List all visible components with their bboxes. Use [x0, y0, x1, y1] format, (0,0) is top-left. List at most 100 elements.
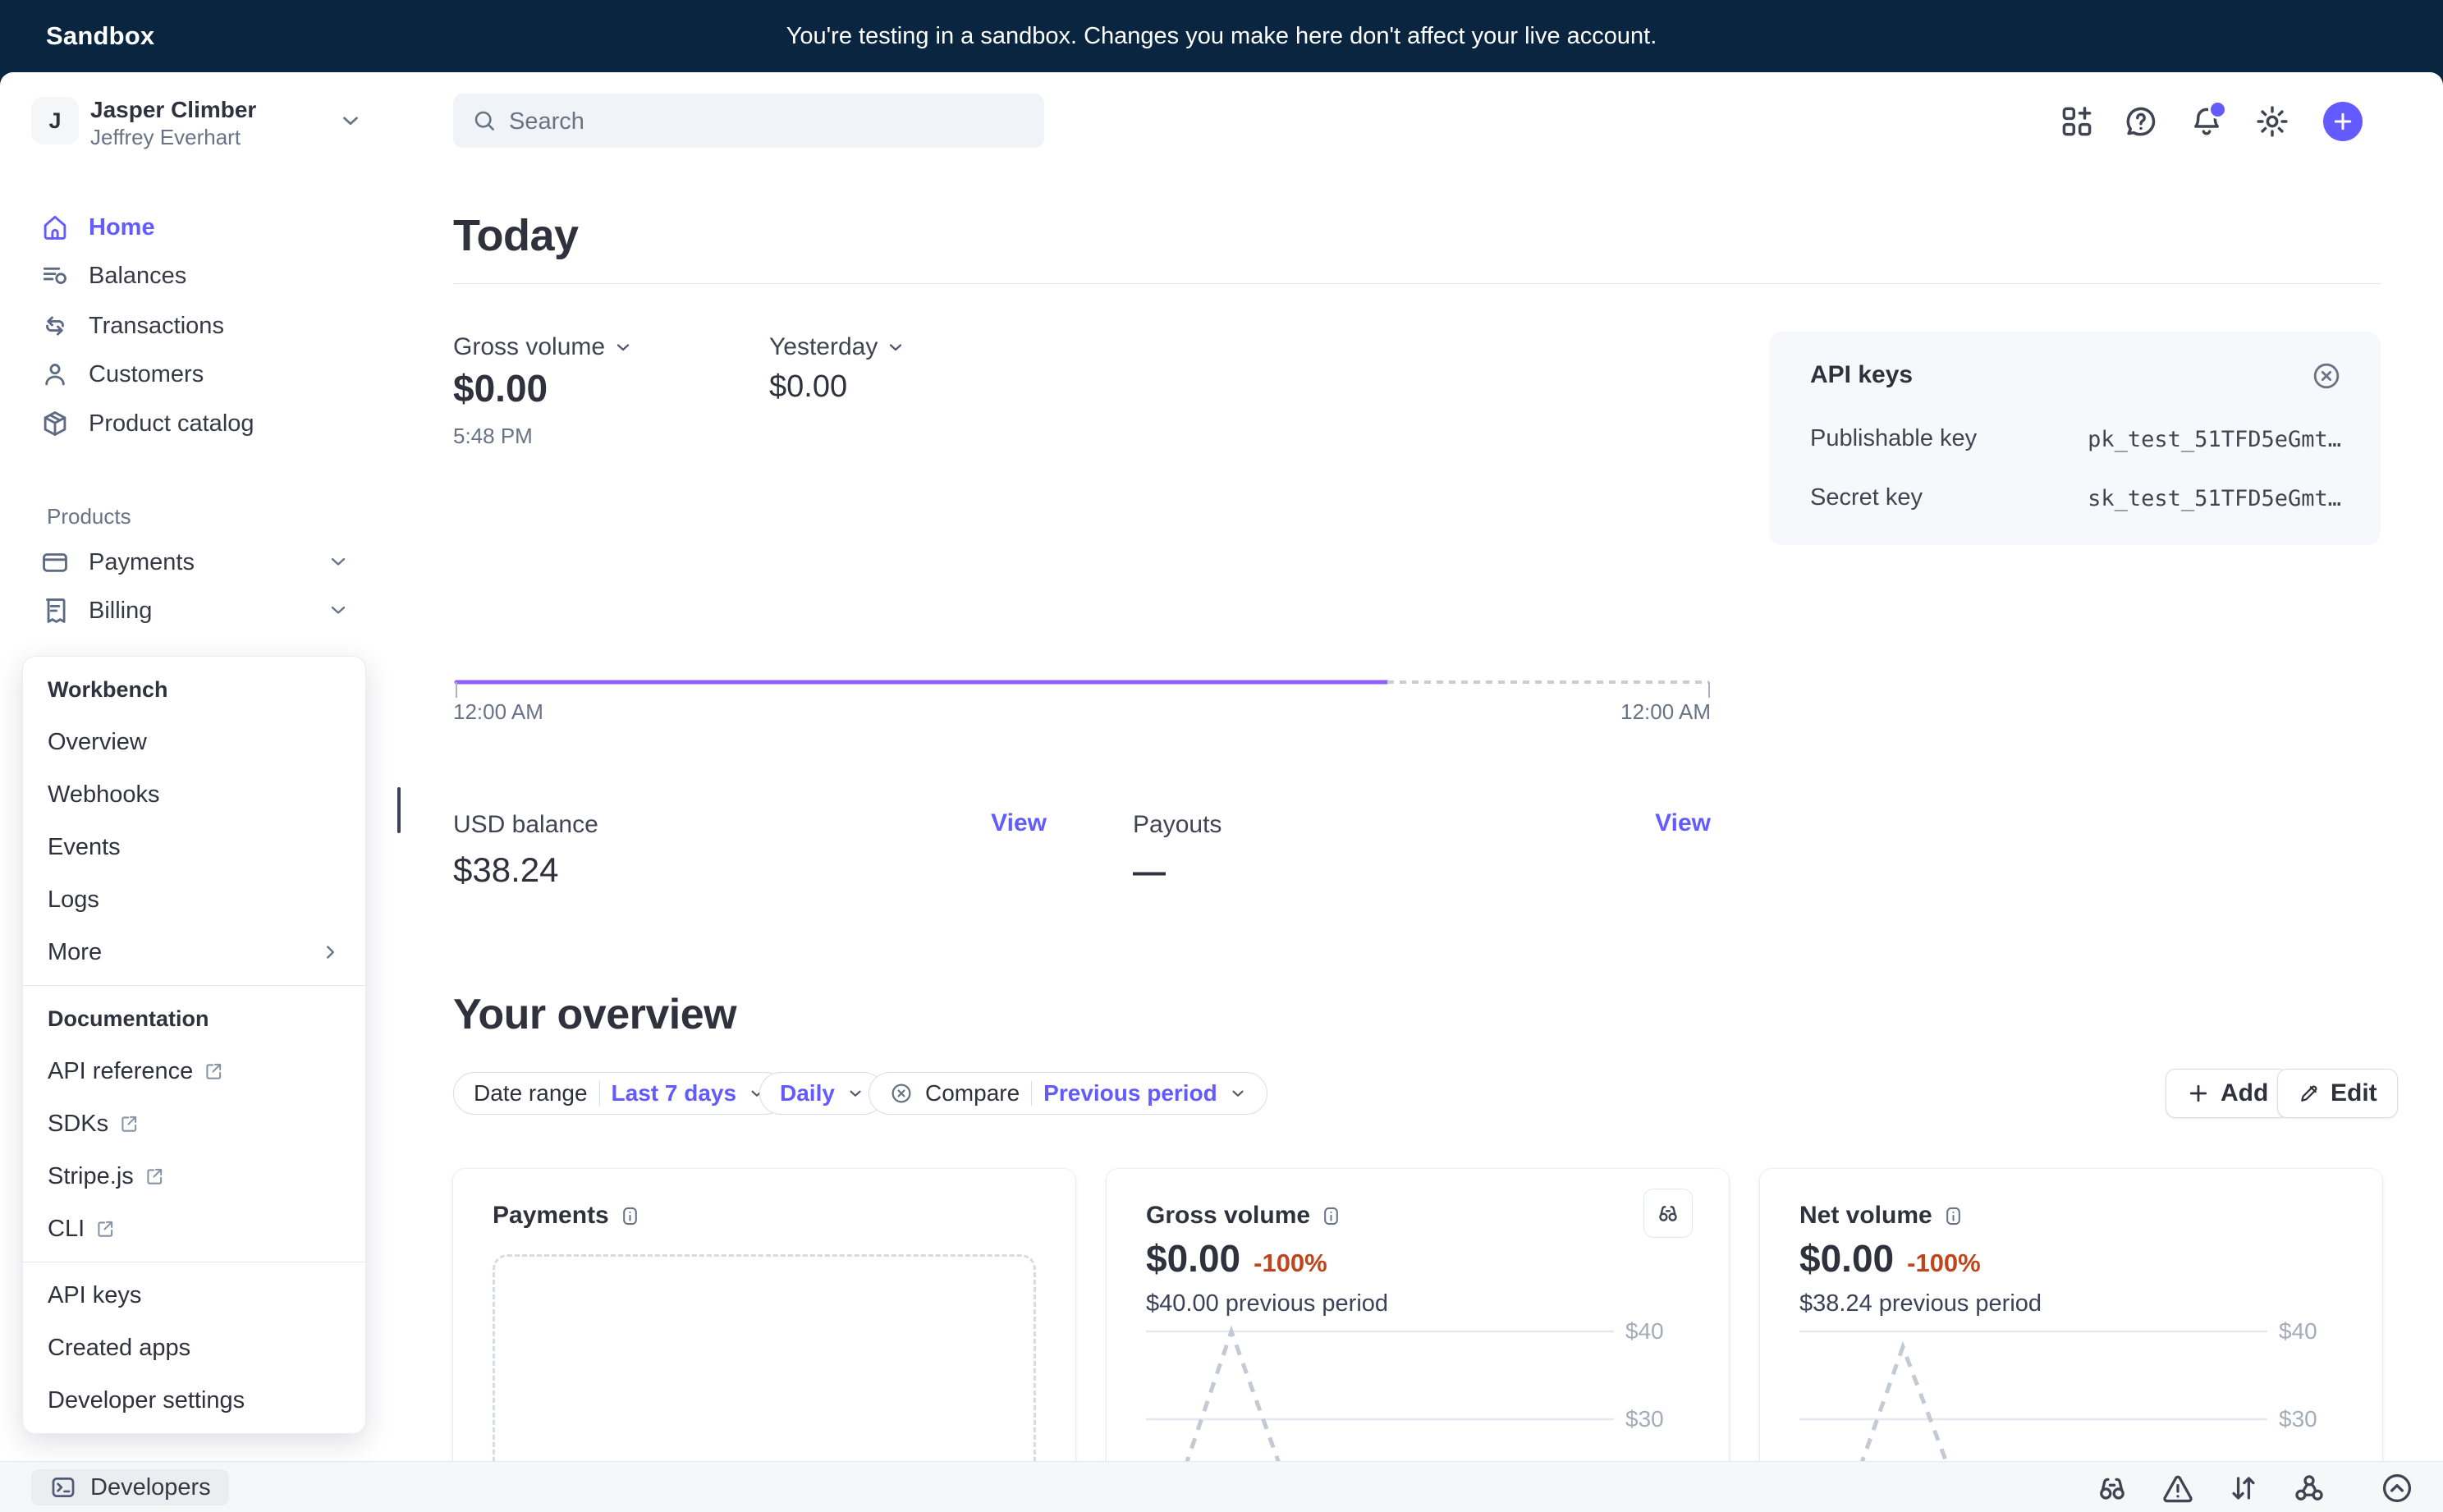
info-icon: [1942, 1205, 1964, 1227]
popup-group-settings: API keys Created apps Developer settings: [23, 1262, 365, 1433]
help-icon[interactable]: [2123, 103, 2159, 140]
sidebar-item-product-catalog[interactable]: Product catalog: [39, 404, 254, 443]
app-surface: J Jasper Climber Jeffrey Everhart Home B…: [0, 72, 2443, 1512]
info-icon: [619, 1205, 641, 1227]
sidebar-item-label: Product catalog: [89, 410, 254, 438]
close-icon[interactable]: [2310, 360, 2343, 392]
chevron-down-icon[interactable]: [327, 598, 350, 621]
secret-key-value[interactable]: sk_test_51TFD5eGmt…: [2088, 486, 2341, 511]
popup-item-stripejs[interactable]: Stripe.js: [23, 1150, 365, 1203]
settings-gear-icon[interactable]: [2254, 103, 2290, 140]
payouts-view-link[interactable]: View: [1608, 809, 1711, 837]
developers-toggle[interactable]: Developers: [31, 1469, 229, 1505]
overview-heading: Your overview: [453, 990, 736, 1039]
chevron-down-icon: [886, 337, 905, 357]
sidebar-item-label: Customers: [89, 361, 204, 388]
terminal-icon: [49, 1473, 77, 1501]
developers-bar: Developers: [0, 1461, 2443, 1512]
pill-divider: [1031, 1081, 1032, 1106]
today-divider: [453, 283, 2381, 284]
sidebar-item-home[interactable]: Home: [39, 208, 155, 247]
payments-card[interactable]: Payments: [453, 1169, 1075, 1478]
popup-item-overview[interactable]: Overview: [23, 716, 365, 768]
customers-icon: [39, 359, 71, 390]
yesterday-selector[interactable]: Yesterday: [769, 333, 905, 361]
collapse-chevron-up-icon[interactable]: [2379, 1470, 2415, 1506]
payments-card-title: Payments: [493, 1202, 609, 1230]
popup-item-developer-settings[interactable]: Developer settings: [23, 1374, 365, 1427]
popup-item-events[interactable]: Events: [23, 821, 365, 873]
apps-grid-icon[interactable]: [2059, 103, 2095, 140]
sidebar-item-billing[interactable]: Billing: [39, 591, 152, 630]
yesterday-value: $0.00: [769, 369, 847, 405]
usd-balance-view-link[interactable]: View: [944, 809, 1047, 837]
chevron-down-icon: [613, 337, 633, 357]
interval-value: Daily: [780, 1080, 835, 1107]
gross-volume-card[interactable]: Gross volume $0.00 -100% $40.00 previous…: [1107, 1169, 1729, 1478]
chart-start-time: 12:00 AM: [453, 699, 543, 725]
gross-volume-selector[interactable]: Gross volume: [453, 333, 633, 361]
sidebar-item-label: Balances: [89, 263, 186, 290]
webhook-icon[interactable]: [2291, 1470, 2327, 1506]
sidebar-item-label: Transactions: [89, 313, 224, 340]
sandbox-banner: Sandbox You're testing in a sandbox. Cha…: [0, 0, 2443, 72]
warning-triangle-icon[interactable]: [2160, 1470, 2196, 1506]
search-input[interactable]: [507, 94, 1028, 149]
net-volume-delta: -100%: [1907, 1249, 1981, 1278]
billing-icon: [39, 595, 71, 626]
publishable-key-value[interactable]: pk_test_51TFD5eGmt…: [2088, 427, 2341, 452]
remove-compare-icon[interactable]: [889, 1081, 914, 1106]
sidebar-resize-handle[interactable]: [397, 787, 401, 833]
net-volume-card[interactable]: Net volume $0.00 -100% $38.24 previous p…: [1760, 1169, 2382, 1478]
popup-item-logs[interactable]: Logs: [23, 873, 365, 926]
sandbox-banner-message: You're testing in a sandbox. Changes you…: [0, 23, 2443, 50]
payments-empty-state: [493, 1254, 1036, 1478]
binoculars-icon[interactable]: [2094, 1470, 2130, 1506]
create-button[interactable]: [2323, 102, 2363, 141]
sidebar-item-balances[interactable]: Balances: [39, 256, 186, 296]
publishable-key-label: Publishable key: [1810, 425, 1977, 452]
y-tick-30: $30: [1625, 1406, 1664, 1432]
info-icon: [1320, 1205, 1342, 1227]
notifications-bell-icon[interactable]: [2189, 103, 2225, 140]
sidebar-item-payments[interactable]: Payments: [39, 543, 195, 582]
chevron-down-icon: [1229, 1084, 1247, 1102]
gross-volume-card-title: Gross volume: [1146, 1202, 1310, 1230]
date-range-filter[interactable]: Date range Last 7 days: [453, 1072, 786, 1115]
global-search: [453, 94, 1044, 148]
up-down-arrows-icon[interactable]: [2225, 1470, 2262, 1506]
popup-header-documentation: Documentation: [23, 992, 365, 1045]
product-catalog-icon: [39, 408, 71, 439]
chart-end-time: 12:00 AM: [1588, 699, 1711, 725]
compare-filter[interactable]: Compare Previous period: [869, 1072, 1267, 1115]
chevron-down-icon: [338, 108, 363, 133]
popup-item-api-reference[interactable]: API reference: [23, 1045, 365, 1097]
popup-item-api-keys[interactable]: API keys: [23, 1269, 365, 1322]
binoculars-explore-button[interactable]: [1643, 1189, 1693, 1238]
sidebar-item-transactions[interactable]: Transactions: [39, 306, 224, 346]
popup-item-cli[interactable]: CLI: [23, 1203, 365, 1255]
add-button[interactable]: Add: [2166, 1069, 2289, 1118]
edit-button[interactable]: Edit: [2277, 1069, 2398, 1118]
date-range-value: Last 7 days: [612, 1080, 737, 1107]
gross-volume-previous: $40.00 previous period: [1146, 1290, 1388, 1317]
popup-item-webhooks[interactable]: Webhooks: [23, 768, 365, 821]
interval-filter[interactable]: Daily: [759, 1072, 885, 1115]
payments-icon: [39, 547, 71, 578]
popup-item-created-apps[interactable]: Created apps: [23, 1322, 365, 1374]
y-tick-30: $30: [2279, 1406, 2317, 1432]
transactions-icon: [39, 310, 71, 341]
chevron-right-icon: [319, 942, 341, 963]
account-switcher[interactable]: J Jasper Climber Jeffrey Everhart: [31, 95, 360, 146]
search-icon: [471, 108, 497, 134]
gross-volume-amount: $0.00: [1146, 1236, 1240, 1281]
chevron-down-icon[interactable]: [327, 550, 350, 573]
payouts-value: —: [1133, 854, 1166, 891]
balances-icon: [39, 260, 71, 291]
compare-label: Compare: [925, 1080, 1020, 1107]
popup-item-more[interactable]: More: [23, 926, 365, 978]
external-link-icon: [94, 1218, 116, 1239]
developers-label: Developers: [90, 1474, 211, 1501]
popup-item-sdks[interactable]: SDKs: [23, 1097, 365, 1150]
sidebar-item-customers[interactable]: Customers: [39, 355, 204, 394]
